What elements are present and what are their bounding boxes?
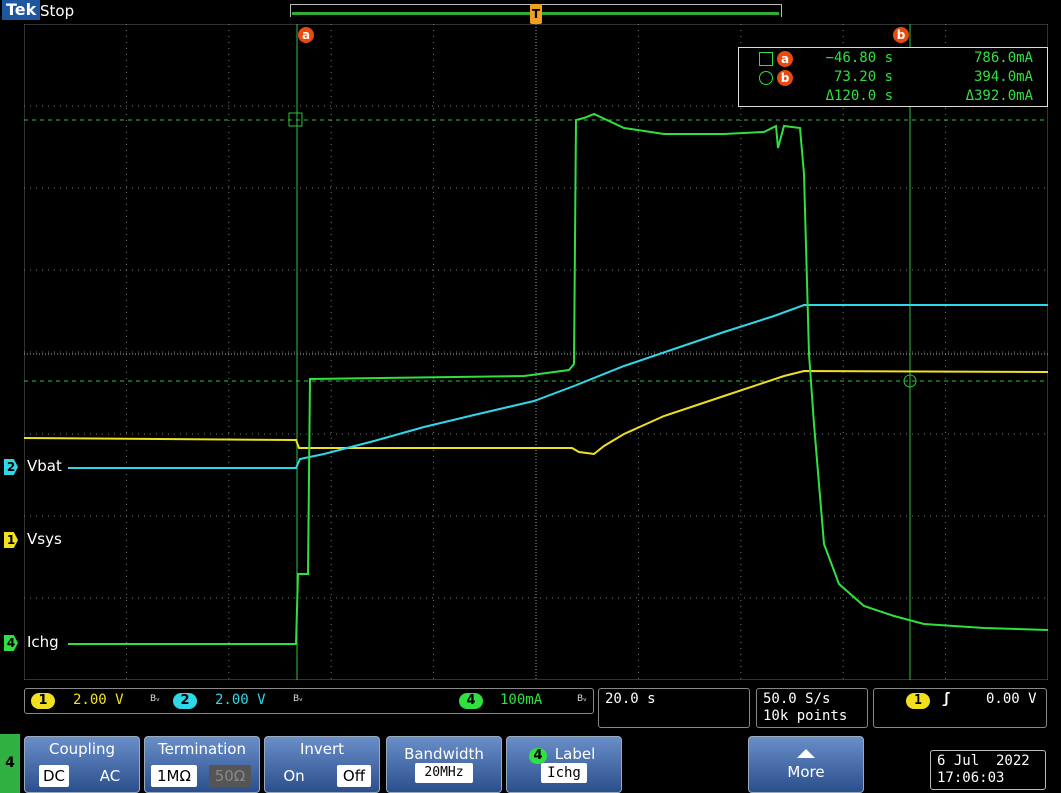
acquisition-state: Stop	[40, 2, 75, 20]
cursor-a-badge: a	[777, 51, 793, 67]
circle-icon	[759, 71, 773, 85]
cursor-a-time: −46.80 s	[825, 50, 893, 66]
label-channel-badge: 4	[529, 748, 547, 764]
ch1-ground-marker[interactable]: 1	[4, 532, 18, 548]
trigger-source-badge: 1	[906, 693, 930, 709]
timebase-box[interactable]: 20.0 s	[598, 688, 750, 728]
bandwidth-value: 20MHz	[415, 763, 473, 783]
ch2-bw-limit-icon: Bᵥ	[293, 694, 303, 704]
ch4-bw-limit-icon: Bᵥ	[577, 694, 587, 704]
ch4-badge[interactable]: 4	[459, 693, 483, 709]
label-value: Ichg	[541, 763, 587, 783]
cursor-a-marker[interactable]: a	[298, 27, 314, 43]
cursor-a-value: 786.0mA	[973, 50, 1033, 66]
termination-title: Termination	[158, 740, 246, 758]
label-button[interactable]: Label 4 Ichg	[506, 736, 622, 793]
menu-channel-tab: 4	[0, 734, 20, 793]
cursor-b-badge: b	[777, 70, 793, 86]
ch4-scale[interactable]: 100mA	[500, 692, 542, 708]
invert-title: Invert	[299, 740, 345, 758]
invert-on-option[interactable]: On	[277, 765, 311, 787]
timebase-value: 20.0 s	[605, 691, 656, 707]
ch1-scale[interactable]: 2.00 V	[73, 692, 124, 708]
termination-1mohm-option[interactable]: 1MΩ	[151, 765, 197, 787]
trigger-box[interactable]: 1 ʃ 0.00 V	[873, 688, 1047, 728]
waveform-display[interactable]	[24, 24, 1048, 680]
coupling-dc-option[interactable]: DC	[39, 765, 69, 787]
more-button[interactable]: More	[748, 736, 864, 793]
cursor-a-row: a −46.80 s 786.0mA	[739, 50, 1047, 69]
ch4-ground-marker[interactable]: 4	[4, 635, 18, 651]
date-time-display: 6 Jul 2022 17:06:03	[930, 750, 1046, 790]
ch2-badge[interactable]: 2	[173, 693, 197, 709]
delta-value: Δ392.0mA	[965, 88, 1033, 104]
cursor-b-time: 73.20 s	[833, 69, 893, 85]
ch4-label: Ichg	[27, 633, 59, 651]
delta-time: Δ120.0 s	[825, 88, 893, 104]
invert-button[interactable]: Invert On Off	[264, 736, 380, 793]
ch1-badge[interactable]: 1	[31, 693, 55, 709]
cursor-b-row: b 73.20 s 394.0mA	[739, 69, 1047, 88]
bandwidth-button[interactable]: Bandwidth 20MHz	[386, 736, 502, 793]
coupling-title: Coupling	[48, 740, 116, 758]
tek-logo: Tek	[2, 0, 41, 20]
acquisition-box[interactable]: 50.0 S/s 10k points	[756, 688, 868, 728]
cursor-delta-row: Δ120.0 s Δ392.0mA	[739, 88, 1047, 107]
rising-edge-icon: ʃ	[942, 691, 951, 707]
invert-off-option[interactable]: Off	[337, 765, 371, 787]
cursor-b-value: 394.0mA	[973, 69, 1033, 85]
ch1-bw-limit-icon: Bᵥ	[150, 694, 160, 704]
cursor-readout-panel: a −46.80 s 786.0mA b 73.20 s 394.0mA Δ12…	[738, 47, 1048, 107]
bandwidth-title: Bandwidth	[404, 745, 484, 763]
ch2-scale[interactable]: 2.00 V	[215, 692, 266, 708]
more-title: More	[787, 763, 825, 781]
coupling-button[interactable]: Coupling DC AC	[24, 736, 140, 793]
channel-status-bar: 1 2.00 V Bᵥ 2 2.00 V Bᵥ 4 100mA Bᵥ	[24, 688, 594, 714]
ch2-label: Vbat	[27, 457, 62, 475]
cursor-b-marker[interactable]: b	[893, 27, 909, 43]
sample-rate: 50.0 S/s	[763, 691, 831, 707]
termination-50ohm-option: 50Ω	[209, 765, 251, 787]
ch1-label: Vsys	[27, 530, 62, 548]
square-icon	[759, 52, 773, 66]
up-arrow-icon	[797, 749, 815, 758]
time: 17:06:03	[937, 770, 1005, 786]
ch2-ground-marker[interactable]: 2	[4, 459, 18, 475]
trigger-level: 0.00 V	[986, 691, 1037, 707]
termination-button[interactable]: Termination 1MΩ 50Ω	[144, 736, 260, 793]
record-length: 10k points	[763, 708, 848, 724]
coupling-ac-option[interactable]: AC	[95, 765, 125, 787]
date: 6 Jul 2022	[937, 753, 1030, 769]
trigger-position-marker[interactable]: T	[530, 4, 542, 24]
